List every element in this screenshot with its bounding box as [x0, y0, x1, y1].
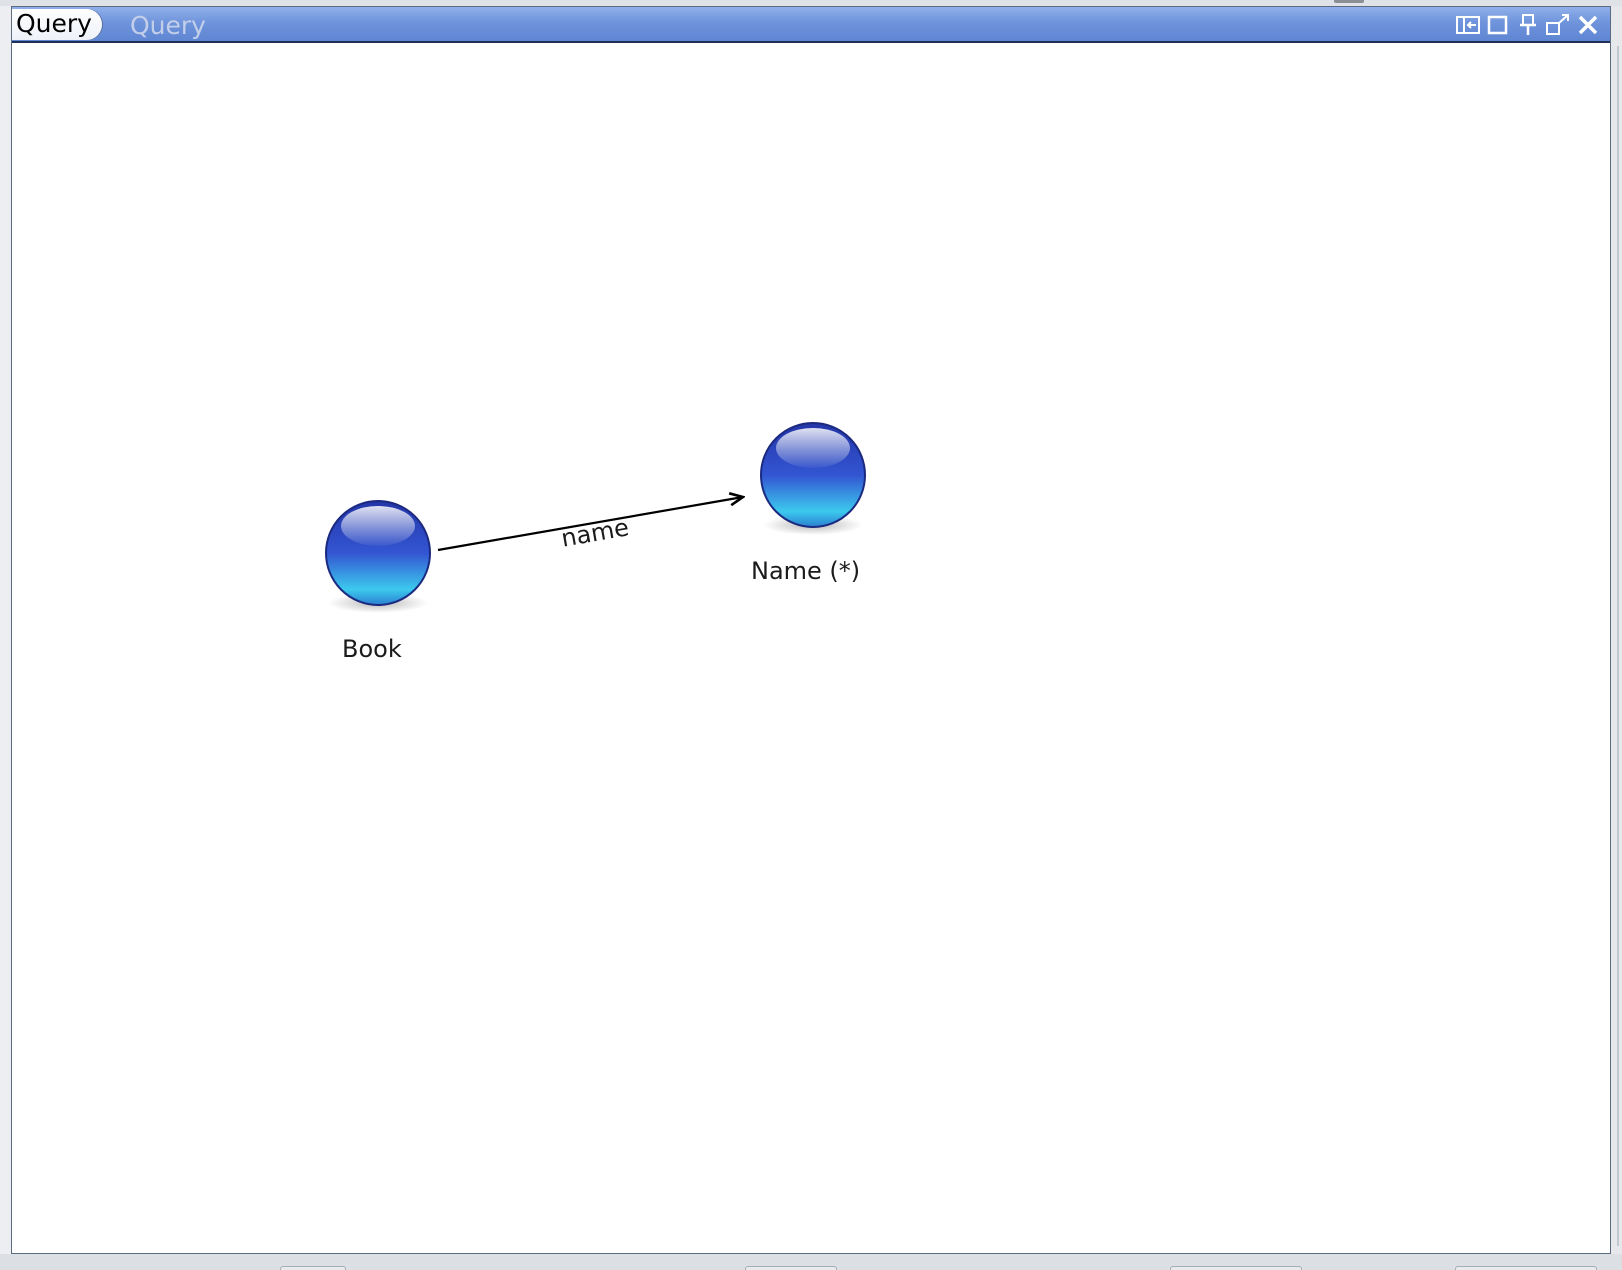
- pin-icon[interactable]: [1514, 11, 1542, 39]
- query-graph-canvas[interactable]: name Book Name (*): [12, 43, 1610, 1253]
- window-buttons: [1454, 11, 1602, 39]
- panel-titlebar: Query Query: [12, 7, 1610, 43]
- tab-query-inactive[interactable]: Query: [122, 9, 214, 40]
- minimize-to-side-icon[interactable]: [1454, 11, 1482, 39]
- node-book[interactable]: [325, 500, 431, 613]
- bottom-strip-stub[interactable]: [280, 1266, 346, 1270]
- node-book-label: Book: [342, 635, 402, 663]
- close-icon[interactable]: [1574, 11, 1602, 39]
- screen: Query Query name Book Name (*): [0, 0, 1622, 1270]
- top-strip-mark: [1334, 0, 1364, 3]
- tab-query-active[interactable]: Query: [12, 9, 102, 40]
- bottom-strip-stub[interactable]: [745, 1266, 837, 1270]
- float-icon[interactable]: [1544, 11, 1572, 39]
- edge-name-label: name: [559, 513, 631, 552]
- query-panel: Query Query name Book Name (*): [11, 6, 1611, 1254]
- node-name[interactable]: [760, 422, 866, 535]
- maximize-icon[interactable]: [1484, 11, 1512, 39]
- bottom-strip-stub[interactable]: [1170, 1266, 1302, 1270]
- node-name-label: Name (*): [751, 557, 861, 585]
- right-edge: [1611, 6, 1622, 1254]
- right-edge-line: [1617, 46, 1619, 1246]
- bottom-strip: [0, 1254, 1622, 1270]
- bottom-strip-stub[interactable]: [1455, 1266, 1597, 1270]
- tab-query-inactive-label: Query: [130, 11, 206, 40]
- graph-svg: name: [325, 422, 866, 613]
- tab-query-active-label: Query: [16, 9, 92, 38]
